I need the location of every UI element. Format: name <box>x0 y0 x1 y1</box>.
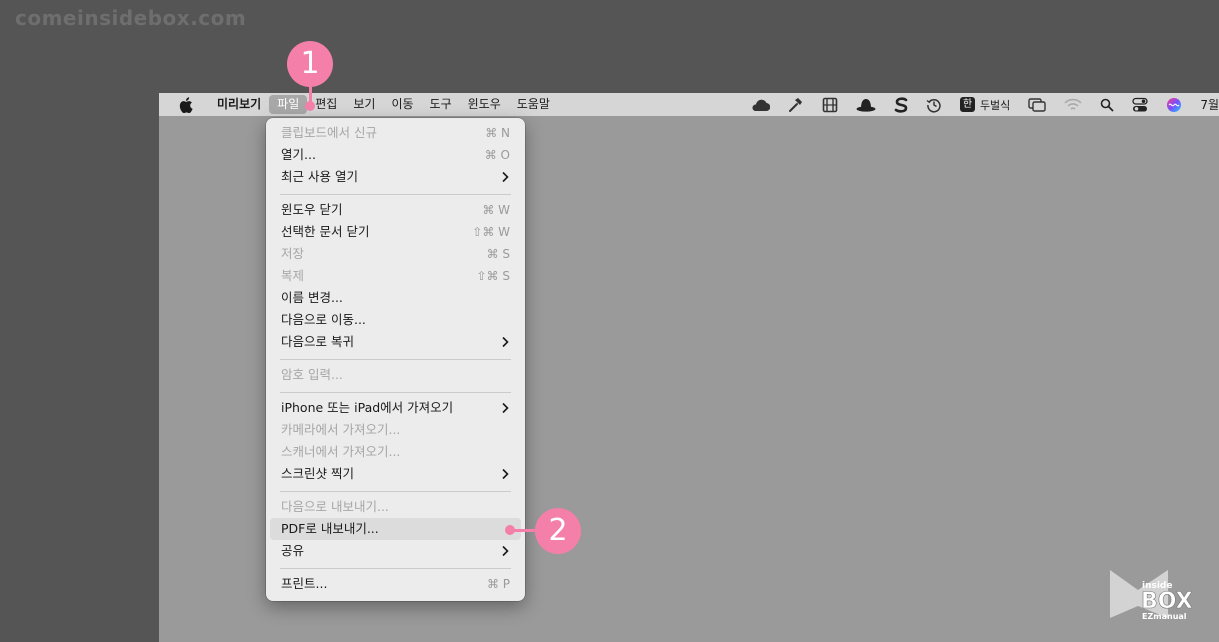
menu-item-label: 암호 입력... <box>281 367 343 382</box>
menu-item-duplicate[interactable]: 복제 ⇧⌘ S <box>270 265 521 287</box>
step2-dot <box>505 525 515 535</box>
step2-badge: 2 <box>535 508 581 554</box>
menu-separator <box>280 491 511 492</box>
menu-item-take-screenshot[interactable]: 스크린샷 찍기 <box>270 463 521 485</box>
step1-dot <box>305 101 315 111</box>
menu-item-label: 스크린샷 찍기 <box>281 466 354 481</box>
menu-item-label: 복제 <box>281 268 305 283</box>
input-source-badge: 한 <box>959 97 975 112</box>
step1-badge: 1 <box>287 41 333 87</box>
menu-item-label: 프린트... <box>281 576 328 591</box>
app-menu-preview[interactable]: 미리보기 <box>209 93 269 116</box>
menu-item-close-window[interactable]: 윈도우 닫기 ⌘ W <box>270 199 521 221</box>
menu-item-label: 클립보드에서 신규 <box>281 125 377 140</box>
menu-item-share[interactable]: 공유 <box>270 540 521 562</box>
shortcut-label: ⌘ N <box>485 126 510 140</box>
menu-tools[interactable]: 도구 <box>422 93 460 116</box>
menu-item-label: 공유 <box>281 543 305 558</box>
shortcut-label: ⇧⌘ S <box>476 269 511 283</box>
menu-item-label: iPhone 또는 iPad에서 가져오기 <box>281 400 454 415</box>
menu-window[interactable]: 윈도우 <box>460 93 509 116</box>
menu-item-save[interactable]: 저장 ⌘ S <box>270 243 521 265</box>
screen-mirroring-icon[interactable] <box>1019 93 1055 116</box>
spotlight-search-icon[interactable] <box>1091 93 1123 116</box>
menu-item-label: 저장 <box>281 246 305 261</box>
input-source[interactable]: 한 두벌식 <box>951 93 1019 116</box>
menu-item-label: 다음으로 복귀 <box>281 334 354 349</box>
menu-help[interactable]: 도움말 <box>509 93 558 116</box>
shortcut-label: ⌘ P <box>486 577 510 591</box>
menu-file[interactable]: 파일 <box>269 95 308 114</box>
menu-item-import-from-scanner[interactable]: 스캐너에서 가져오기... <box>270 441 521 463</box>
menu-separator <box>280 359 511 360</box>
menu-view[interactable]: 보기 <box>345 93 383 116</box>
file-menu-dropdown: 클립보드에서 신규 ⌘ N 열기... ⌘ O 최근 사용 열기 윈도우 닫기 … <box>266 118 525 601</box>
hat-icon[interactable] <box>847 93 885 116</box>
menu-item-rename[interactable]: 이름 변경... <box>270 287 521 309</box>
menu-item-label: 다음으로 이동... <box>281 312 366 327</box>
site-watermark: comeinsidebox.com <box>15 6 247 30</box>
hammer-icon[interactable] <box>779 93 813 116</box>
cloud-icon[interactable] <box>741 93 779 116</box>
shortcut-label: ⌘ W <box>482 203 510 217</box>
menu-go[interactable]: 이동 <box>383 93 421 116</box>
shortcut-label: ⌘ O <box>484 148 510 162</box>
control-center-icon[interactable] <box>1123 93 1157 116</box>
menu-item-label: 최근 사용 열기 <box>281 169 358 184</box>
logo-text-line3: EZmanual <box>1142 612 1187 621</box>
shortcut-label: ⌘ S <box>486 247 510 261</box>
film-icon[interactable] <box>813 93 847 116</box>
menu-item-label: 열기... <box>281 147 316 162</box>
clock-text: 7월 <box>1200 98 1219 112</box>
apple-menu[interactable] <box>159 93 209 116</box>
menu-item-new-from-clipboard[interactable]: 클립보드에서 신규 ⌘ N <box>270 122 521 144</box>
chevron-right-icon <box>502 402 509 414</box>
menu-item-import-from-iphone[interactable]: iPhone 또는 iPad에서 가져오기 <box>270 397 521 419</box>
menu-item-move-to[interactable]: 다음으로 이동... <box>270 309 521 331</box>
menu-separator <box>280 568 511 569</box>
shortcut-label: ⇧⌘ W <box>472 225 510 239</box>
chevron-right-icon <box>502 468 509 480</box>
menu-separator <box>280 194 511 195</box>
menu-item-label: PDF로 내보내기... <box>281 521 379 536</box>
chevron-right-icon <box>502 171 509 183</box>
menu-item-print[interactable]: 프린트... ⌘ P <box>270 573 521 595</box>
menu-item-export[interactable]: 다음으로 내보내기... <box>270 496 521 518</box>
siri-icon[interactable] <box>1157 93 1191 116</box>
menu-item-export-as-pdf[interactable]: PDF로 내보내기... <box>270 518 521 540</box>
menu-item-label: 다음으로 내보내기... <box>281 499 389 514</box>
s-app-icon[interactable] <box>885 93 917 116</box>
menu-item-label: 이름 변경... <box>281 290 343 305</box>
chevron-right-icon <box>502 336 509 348</box>
menu-item-open-recent[interactable]: 최근 사용 열기 <box>270 166 521 188</box>
insidebox-logo: inside BOX EZmanual <box>1110 570 1193 621</box>
clock[interactable]: 7월 <box>1191 93 1219 116</box>
status-area: 한 두벌식 7월 <box>741 93 1219 116</box>
menu-item-enter-password[interactable]: 암호 입력... <box>270 364 521 386</box>
menu-item-open[interactable]: 열기... ⌘ O <box>270 144 521 166</box>
menu-item-revert-to[interactable]: 다음으로 복귀 <box>270 331 521 353</box>
menu-item-label: 윈도우 닫기 <box>281 202 343 217</box>
logo-text-line2: BOX <box>1141 589 1193 614</box>
menu-item-label: 스캐너에서 가져오기... <box>281 444 401 459</box>
time-machine-icon[interactable] <box>917 93 951 116</box>
menu-item-label: 카메라에서 가져오기... <box>281 422 401 437</box>
menu-item-import-from-camera[interactable]: 카메라에서 가져오기... <box>270 419 521 441</box>
menu-separator <box>280 392 511 393</box>
menu-item-label: 선택한 문서 닫기 <box>281 224 370 239</box>
menu-bar: 미리보기 파일 편집 보기 이동 도구 윈도우 도움말 한 두벌식 7월 <box>159 93 1219 116</box>
apple-icon <box>179 96 193 113</box>
wifi-icon[interactable] <box>1055 93 1091 116</box>
menu-item-close-selected[interactable]: 선택한 문서 닫기 ⇧⌘ W <box>270 221 521 243</box>
chevron-right-icon <box>502 545 509 557</box>
input-source-label: 두벌식 <box>979 98 1011 112</box>
